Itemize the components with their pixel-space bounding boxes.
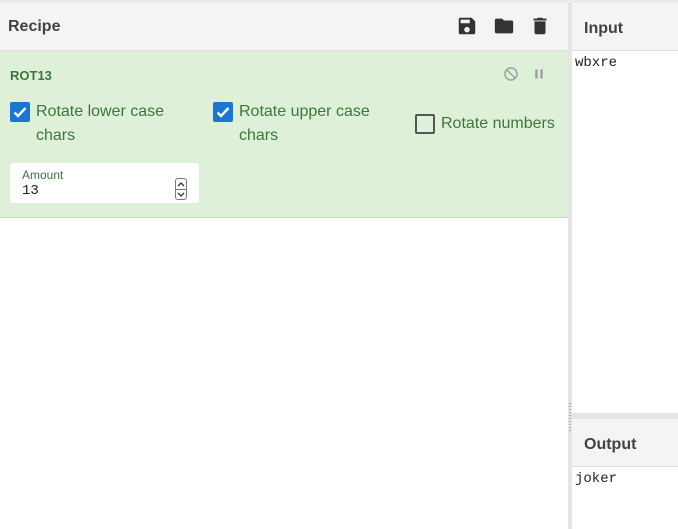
recipe-pane: Recipe ROT13 Rotate lower case chars Rot… (0, 3, 568, 529)
operation-name: ROT13 (10, 68, 52, 83)
output-title: Output (584, 436, 637, 453)
input-title: Input (584, 20, 624, 37)
amount-label: Amount (22, 168, 64, 182)
output-header: Output (572, 419, 678, 467)
disable-icon[interactable] (502, 65, 520, 83)
rotate-lower-checkbox[interactable]: Rotate lower case chars (10, 100, 195, 148)
input-textarea[interactable]: wbxre (575, 55, 617, 71)
pause-icon[interactable] (530, 65, 548, 83)
output-textarea[interactable]: joker (575, 471, 617, 487)
amount-stepper[interactable] (175, 178, 187, 200)
input-pane: Input wbxre (572, 3, 678, 413)
output-pane: Output joker (572, 419, 678, 529)
checkbox-checked-icon (213, 102, 233, 122)
rotate-numbers-checkbox[interactable]: Rotate numbers (415, 112, 565, 136)
save-icon[interactable] (456, 15, 478, 37)
rotate-upper-label: Rotate upper case chars (239, 103, 370, 144)
recipe-title: Recipe (8, 18, 61, 35)
rotate-lower-label: Rotate lower case chars (36, 103, 165, 144)
recipe-header: Recipe (0, 3, 568, 51)
checkbox-unchecked-icon (415, 114, 435, 134)
folder-icon[interactable] (493, 15, 515, 37)
checkbox-checked-icon (10, 102, 30, 122)
input-header: Input (572, 3, 678, 51)
chevron-up-icon[interactable] (177, 181, 185, 187)
chevron-down-icon[interactable] (177, 192, 185, 198)
rotate-upper-checkbox[interactable]: Rotate upper case chars (213, 100, 403, 148)
amount-value[interactable]: 13 (22, 183, 39, 199)
rot13-operation[interactable]: ROT13 Rotate lower case chars Rotate upp… (0, 51, 568, 218)
trash-icon[interactable] (529, 15, 551, 37)
amount-field[interactable]: Amount 13 (10, 163, 199, 203)
rotate-numbers-label: Rotate numbers (441, 115, 555, 132)
